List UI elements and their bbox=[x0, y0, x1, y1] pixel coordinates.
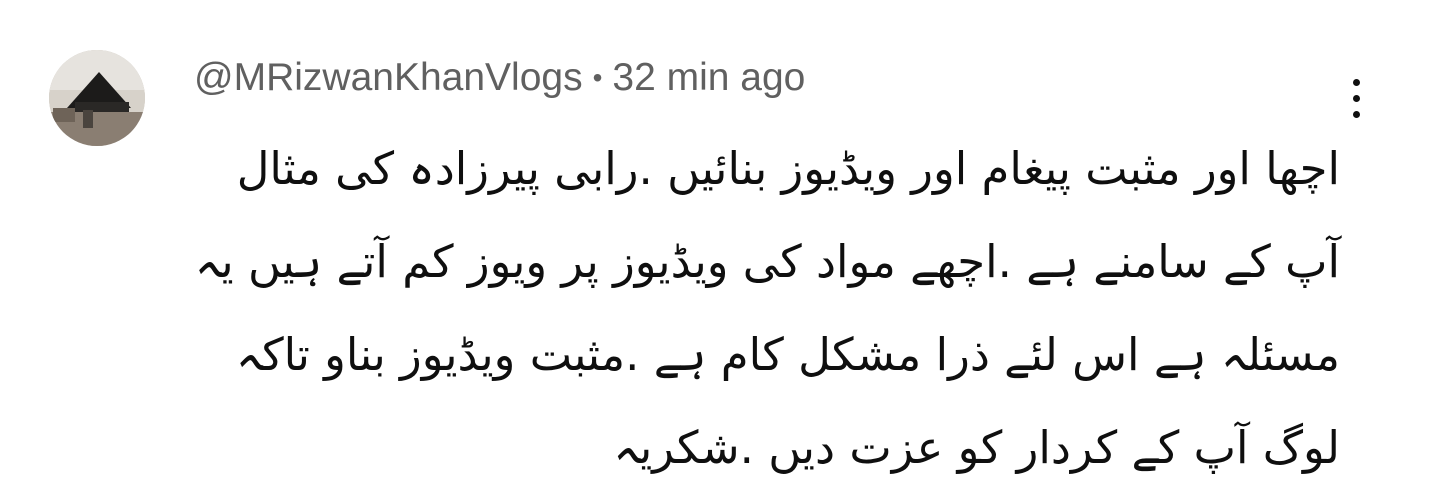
comment-thread: @MRizwanKhanVlogs • 32 min ago اچھا اور … bbox=[0, 0, 1452, 500]
header-separator: • bbox=[592, 62, 603, 93]
comment-header: @MRizwanKhanVlogs • 32 min ago bbox=[194, 50, 805, 106]
more-vertical-icon[interactable] bbox=[1336, 68, 1376, 128]
avatar[interactable] bbox=[49, 50, 145, 146]
menu-dot bbox=[1352, 110, 1360, 118]
avatar-photo bbox=[49, 50, 145, 146]
menu-dot bbox=[1352, 94, 1360, 102]
comment-timestamp[interactable]: 32 min ago bbox=[612, 56, 805, 100]
author-handle[interactable]: @MRizwanKhanVlogs bbox=[194, 56, 583, 100]
comment-text: اچھا اور مثبت پیغام اور ویڈیوز بنائیں .ر… bbox=[194, 142, 1340, 474]
menu-dot bbox=[1352, 78, 1360, 86]
